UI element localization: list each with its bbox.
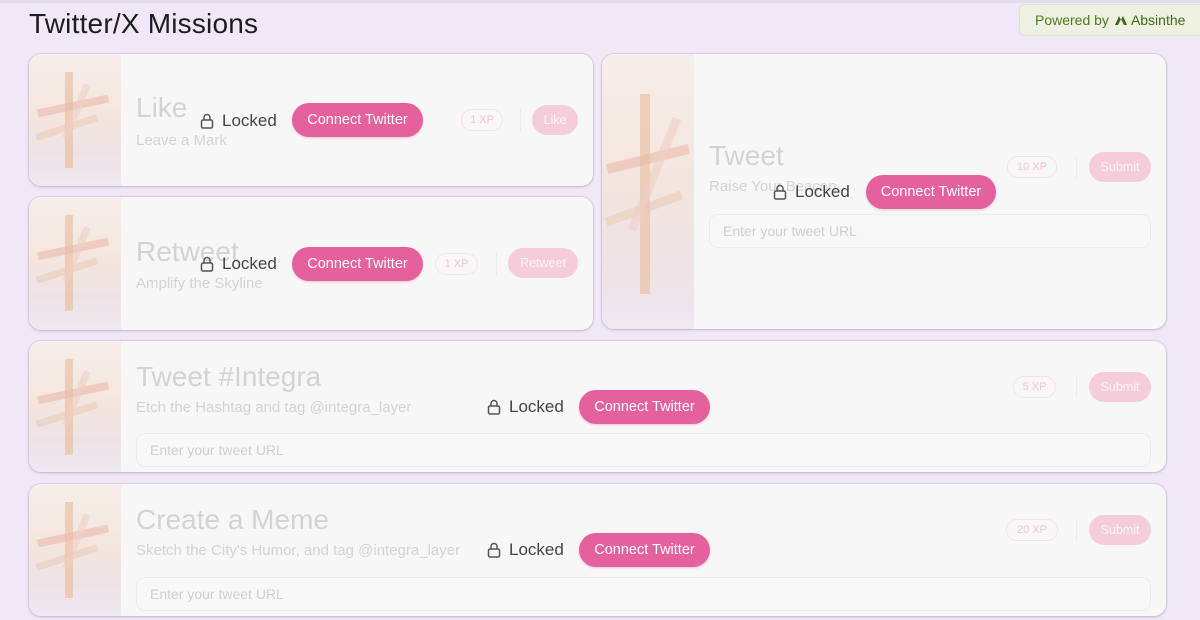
xp-badge: 20 XP <box>1006 519 1058 541</box>
divider <box>1076 156 1077 178</box>
powered-by-label: Powered by <box>1035 12 1109 28</box>
like-button[interactable]: Like <box>532 105 578 135</box>
locked-label: Locked <box>795 182 850 201</box>
mission-card-retweet: Retweet Amplify the Skyline Locked Conne… <box>29 197 593 330</box>
mission-title: Like <box>136 92 188 123</box>
mission-card-tweet: Tweet Raise Your Beacon Locked Connect T… <box>602 54 1166 329</box>
cross-art-icon <box>604 94 690 294</box>
locked-label: Locked <box>509 540 564 559</box>
powered-by-badge[interactable]: Powered by Absinthe <box>1019 4 1200 36</box>
mission-card-tweet-integra: Tweet #Integra Etch the Hashtag and tag … <box>29 341 1166 472</box>
divider <box>496 253 497 275</box>
lock-icon <box>487 399 501 415</box>
mission-thumbnail <box>29 484 121 616</box>
lock-icon <box>200 256 214 272</box>
mission-card-create-meme: Create a Meme Sketch the City's Humor, a… <box>29 484 1166 616</box>
mission-thumbnail <box>29 341 121 472</box>
mission-thumbnail <box>602 54 694 329</box>
xp-badge: 10 XP <box>1007 156 1057 178</box>
mission-thumbnail <box>29 54 121 186</box>
mission-title: Tweet <box>709 140 784 171</box>
cross-art-icon <box>35 72 110 168</box>
mission-title: Create a Meme <box>136 504 329 535</box>
mission-subtitle: Leave a Mark <box>136 132 227 149</box>
divider <box>1076 376 1077 398</box>
cross-art-icon <box>35 359 110 455</box>
connect-twitter-button[interactable]: Connect Twitter <box>579 390 710 424</box>
tweet-url-input[interactable]: Enter your tweet URL <box>136 577 1151 611</box>
retweet-button[interactable]: Retweet <box>508 248 578 278</box>
locked-status: Locked <box>487 397 564 417</box>
lock-icon <box>773 184 787 200</box>
brand: Absinthe <box>1114 12 1185 28</box>
mission-subtitle: Sketch the City's Humor, and tag @integr… <box>136 542 461 559</box>
page-title: Twitter/X Missions <box>29 8 259 39</box>
cross-art-icon <box>35 502 110 598</box>
mission-subtitle: Etch the Hashtag and tag @integra_layer <box>136 399 412 416</box>
divider <box>1076 519 1077 541</box>
connect-twitter-button[interactable]: Connect Twitter <box>866 175 996 209</box>
locked-status: Locked <box>200 254 277 274</box>
lock-icon <box>200 113 214 129</box>
xp-badge: 1 XP <box>435 253 478 275</box>
connect-twitter-button[interactable]: Connect Twitter <box>579 533 710 567</box>
locked-label: Locked <box>222 111 277 130</box>
locked-label: Locked <box>222 254 277 273</box>
xp-badge: 5 XP <box>1013 376 1056 398</box>
mission-card-like: Like Leave a Mark Locked Connect Twitter… <box>29 54 593 186</box>
xp-badge: 1 XP <box>461 109 503 131</box>
cross-art-icon <box>35 215 110 311</box>
submit-button[interactable]: Submit <box>1089 515 1151 545</box>
divider <box>520 109 521 131</box>
locked-status: Locked <box>200 111 277 131</box>
lock-icon <box>487 542 501 558</box>
submit-button[interactable]: Submit <box>1089 372 1151 402</box>
mission-title: Tweet #Integra <box>136 361 322 392</box>
submit-button[interactable]: Submit <box>1089 152 1151 182</box>
connect-twitter-button[interactable]: Connect Twitter <box>292 103 423 137</box>
brand-name: Absinthe <box>1130 12 1186 28</box>
tweet-url-input[interactable]: Enter your tweet URL <box>709 214 1151 248</box>
mission-thumbnail <box>29 197 121 330</box>
top-divider <box>0 0 1200 3</box>
mission-subtitle: Amplify the Skyline <box>136 275 263 292</box>
locked-status: Locked <box>773 182 850 202</box>
locked-label: Locked <box>509 397 564 416</box>
absinthe-logo-icon <box>1114 16 1127 25</box>
connect-twitter-button[interactable]: Connect Twitter <box>292 247 423 281</box>
tweet-url-input[interactable]: Enter your tweet URL <box>136 433 1151 467</box>
locked-status: Locked <box>487 540 564 560</box>
